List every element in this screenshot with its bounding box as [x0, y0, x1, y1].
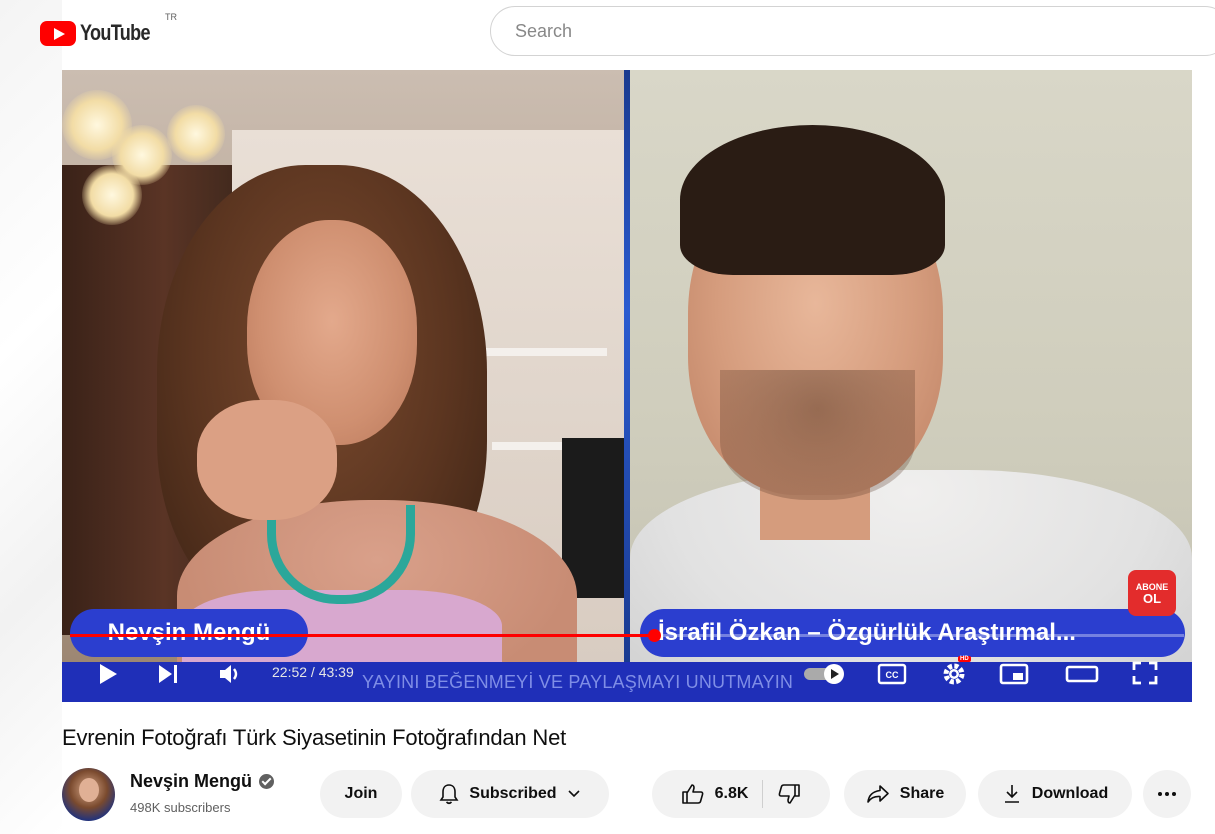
theater-icon	[1065, 665, 1099, 683]
subscribe-badge-line2: OL	[1142, 590, 1162, 606]
subscribe-badge[interactable]: ABONE OL	[1128, 570, 1176, 616]
guest-beard	[720, 370, 915, 500]
logo-text: YouTube	[80, 20, 151, 45]
fullscreen-icon	[1132, 661, 1158, 685]
chevron-down-icon	[567, 790, 580, 798]
theater-button[interactable]	[1062, 660, 1102, 688]
region-code: TR	[165, 12, 177, 22]
download-button[interactable]: Download	[978, 770, 1132, 818]
guest-name-tag: İsrafil Özkan – Özgürlük Araştırmal...	[640, 609, 1185, 657]
progress-scrubber[interactable]	[647, 629, 661, 642]
miniplayer-icon	[999, 663, 1029, 685]
backdrop-shelf	[482, 348, 607, 356]
channel-avatar[interactable]	[62, 768, 115, 821]
page-backdrop	[0, 0, 62, 834]
youtube-logo[interactable]: YouTube	[40, 18, 165, 48]
bell-icon	[439, 784, 459, 805]
search-box[interactable]	[490, 6, 1215, 56]
subscriber-count: 498K subscribers	[130, 800, 231, 815]
join-button[interactable]: Join	[320, 770, 402, 818]
svg-text:CC: CC	[886, 670, 899, 680]
progress-bar[interactable]	[70, 629, 1184, 642]
autoplay-toggle-icon	[804, 664, 844, 684]
video-title: Evrenin Fotoğrafı Türk Siyasetinin Fotoğ…	[62, 725, 567, 750]
thumbs-up-icon	[681, 784, 703, 804]
like-button[interactable]: 6.8K	[681, 783, 749, 805]
host-name-tag: Nevşin Mengü	[70, 609, 308, 657]
join-label: Join	[344, 785, 378, 802]
fullscreen-button[interactable]	[1128, 658, 1162, 688]
channel-name: Nevşin Mengü	[130, 771, 253, 791]
hd-badge: HD	[958, 656, 971, 662]
share-button[interactable]: Share	[844, 770, 966, 818]
more-actions-button[interactable]	[1143, 770, 1191, 818]
subscribed-button[interactable]: Subscribed	[411, 770, 609, 818]
thumbs-down-icon	[778, 784, 801, 804]
time-separator: /	[307, 664, 319, 680]
dislike-button[interactable]	[777, 783, 801, 805]
host-hand	[197, 400, 337, 520]
lamp-light	[167, 105, 225, 163]
like-count: 6.8K	[714, 785, 749, 802]
like-dislike-group: 6.8K	[652, 770, 830, 818]
gear-icon	[943, 663, 965, 685]
download-icon	[1004, 785, 1019, 803]
next-icon	[159, 665, 177, 683]
share-icon	[866, 785, 889, 803]
play-icon	[100, 664, 117, 684]
more-horizontal-icon	[1158, 792, 1176, 796]
captions-icon: CC	[877, 663, 907, 685]
settings-button[interactable]: HD	[936, 656, 972, 690]
next-button[interactable]	[154, 660, 182, 688]
share-label: Share	[899, 785, 945, 802]
duration: 43:39	[318, 664, 354, 680]
progress-fill	[70, 634, 654, 637]
subscribe-badge-line1: ABONE	[1135, 581, 1169, 592]
channel-name-link[interactable]: Nevşin Mengü	[130, 771, 275, 792]
captions-button[interactable]: CC	[874, 660, 910, 688]
time-display: 22:52 / 43:39	[272, 664, 354, 680]
search-input[interactable]	[513, 19, 1197, 43]
youtube-play-logo-icon	[40, 20, 76, 46]
miniplayer-button[interactable]	[996, 660, 1032, 688]
avatar-face	[79, 778, 99, 802]
video-player[interactable]: YAYINI BEĞENMEYİ VE PAYLAŞMAYI UNUTMAYIN…	[62, 70, 1192, 702]
like-divider	[762, 780, 764, 808]
subscribed-label: Subscribed	[469, 785, 557, 802]
video-right-pane	[630, 70, 1192, 670]
download-label: Download	[1031, 785, 1109, 802]
play-button[interactable]	[94, 660, 122, 688]
volume-icon	[220, 665, 238, 683]
guest-hair	[680, 125, 945, 275]
lamp-light	[82, 165, 142, 225]
current-time: 22:52	[272, 664, 308, 680]
autoplay-toggle[interactable]	[800, 660, 852, 688]
video-left-pane	[62, 70, 624, 670]
volume-button[interactable]	[216, 660, 246, 688]
verified-check-icon	[259, 774, 275, 789]
